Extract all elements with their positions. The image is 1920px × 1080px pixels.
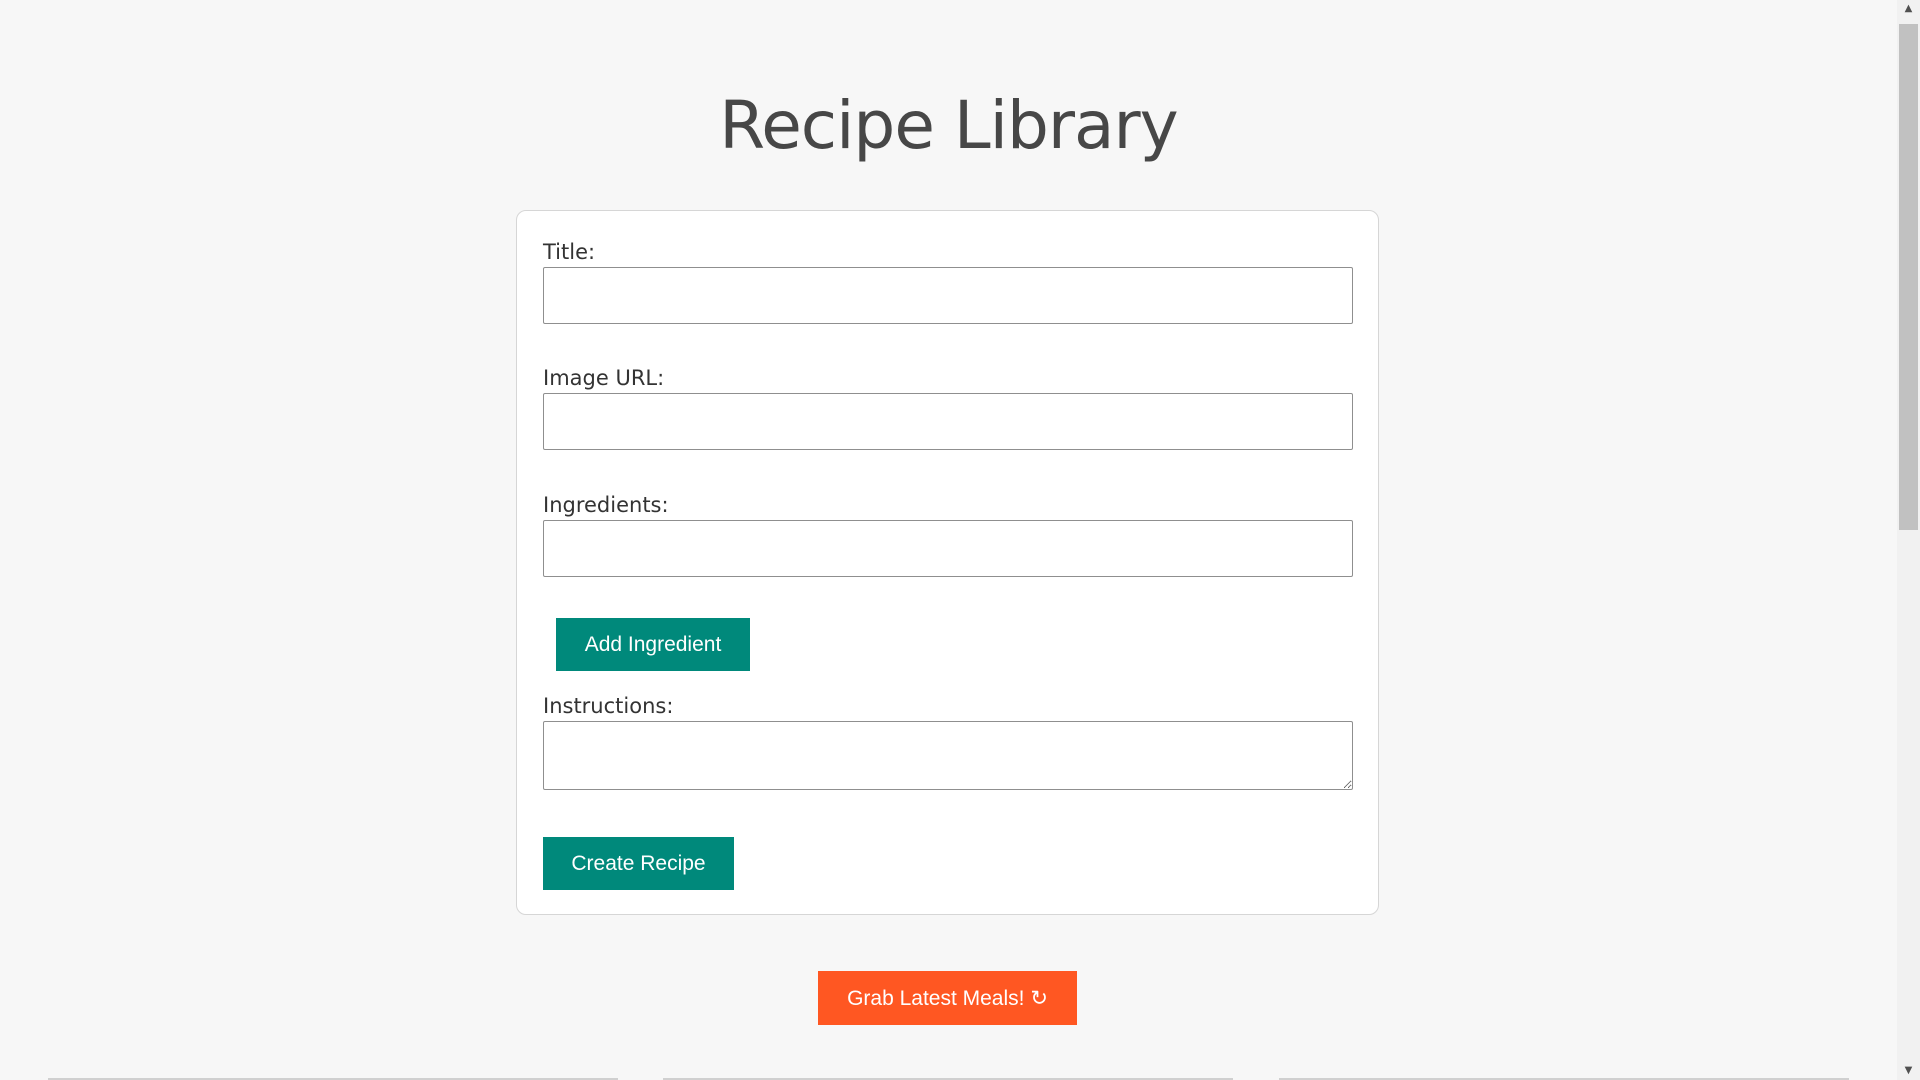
scroll-up-arrow-icon[interactable]: ▲ — [1897, 0, 1920, 18]
ingredients-label: Ingredients: — [543, 493, 669, 517]
grab-latest-meals-button[interactable]: Grab Latest Meals! ↻ — [818, 971, 1077, 1025]
image-url-input[interactable] — [543, 393, 1353, 450]
instructions-textarea[interactable] — [543, 721, 1353, 790]
recipe-form: Title: Image URL: Ingredients: Add Ingre… — [516, 210, 1379, 915]
page-title: Recipe Library — [719, 87, 1178, 164]
page: Recipe Library Title: Image URL: Ingredi… — [0, 0, 1897, 1080]
create-recipe-button[interactable]: Create Recipe — [543, 837, 734, 890]
instructions-label: Instructions: — [543, 694, 674, 718]
ingredient-input[interactable] — [543, 520, 1353, 577]
image-url-label: Image URL: — [543, 366, 665, 390]
scrollbar-thumb[interactable] — [1899, 24, 1918, 530]
title-input[interactable] — [543, 267, 1353, 324]
title-label: Title: — [543, 240, 596, 264]
vertical-scrollbar[interactable]: ▲ ▼ — [1897, 0, 1920, 1080]
add-ingredient-button[interactable]: Add Ingredient — [556, 618, 750, 671]
scroll-down-arrow-icon[interactable]: ▼ — [1897, 1062, 1920, 1080]
